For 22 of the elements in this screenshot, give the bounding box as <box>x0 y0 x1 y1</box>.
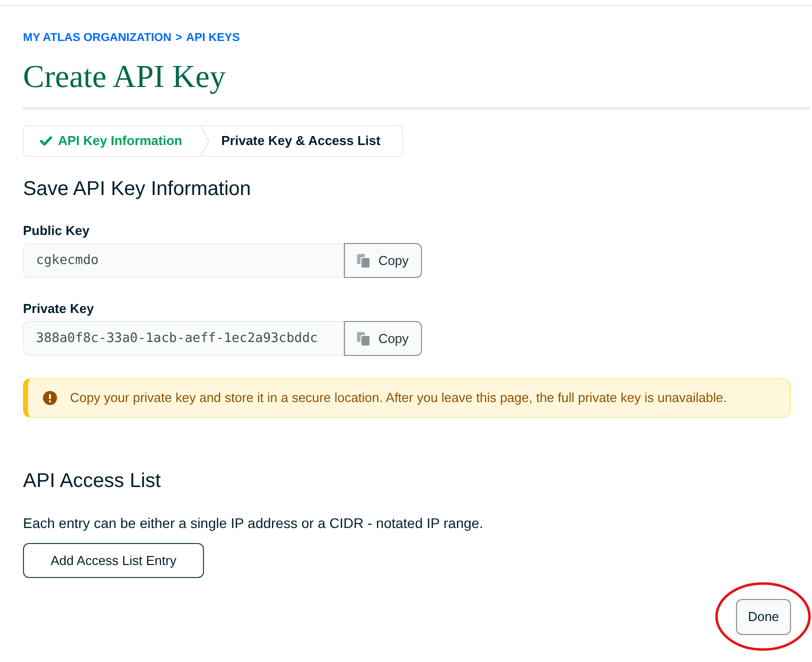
key-field[interactable]: cgkecmdo <box>23 243 344 278</box>
description-text: Each entry can be either a single IP address or a CIDR - notated IP range. <box>23 514 484 533</box>
warning-text: Copy your private key and store it in a secure location. After you leave this page, the full private key is unavailable. <box>70 389 727 407</box>
warning-icon <box>43 391 57 405</box>
step-label: Private Key & Access List <box>221 132 380 150</box>
copy-button[interactable]: Copy <box>344 321 422 356</box>
page-title: Create API Key <box>23 58 226 94</box>
key-field[interactable]: 388a0f8c-33a0-1acb-aeff-1ec2a93cbddc <box>23 321 344 356</box>
breadcrumb-link[interactable]: API KEYS <box>186 30 240 46</box>
copy-icon <box>357 332 370 346</box>
add-entry-button[interactable]: Add Access List Entry <box>23 543 204 578</box>
section-heading: Save API Key Information <box>23 177 251 202</box>
done-button[interactable]: Done <box>736 599 791 635</box>
breadcrumb-link[interactable]: MY ATLAS ORGANIZATION <box>23 30 172 46</box>
check-icon <box>40 136 52 146</box>
field-label: Private Key <box>23 300 94 318</box>
copy-button[interactable]: Copy <box>344 243 422 278</box>
section-heading: API Access List <box>23 469 161 494</box>
breadcrumb-separator: > <box>175 31 182 46</box>
copy-icon <box>357 254 370 268</box>
field-label: Public Key <box>23 222 90 240</box>
step-label: API Key Information <box>58 132 182 150</box>
